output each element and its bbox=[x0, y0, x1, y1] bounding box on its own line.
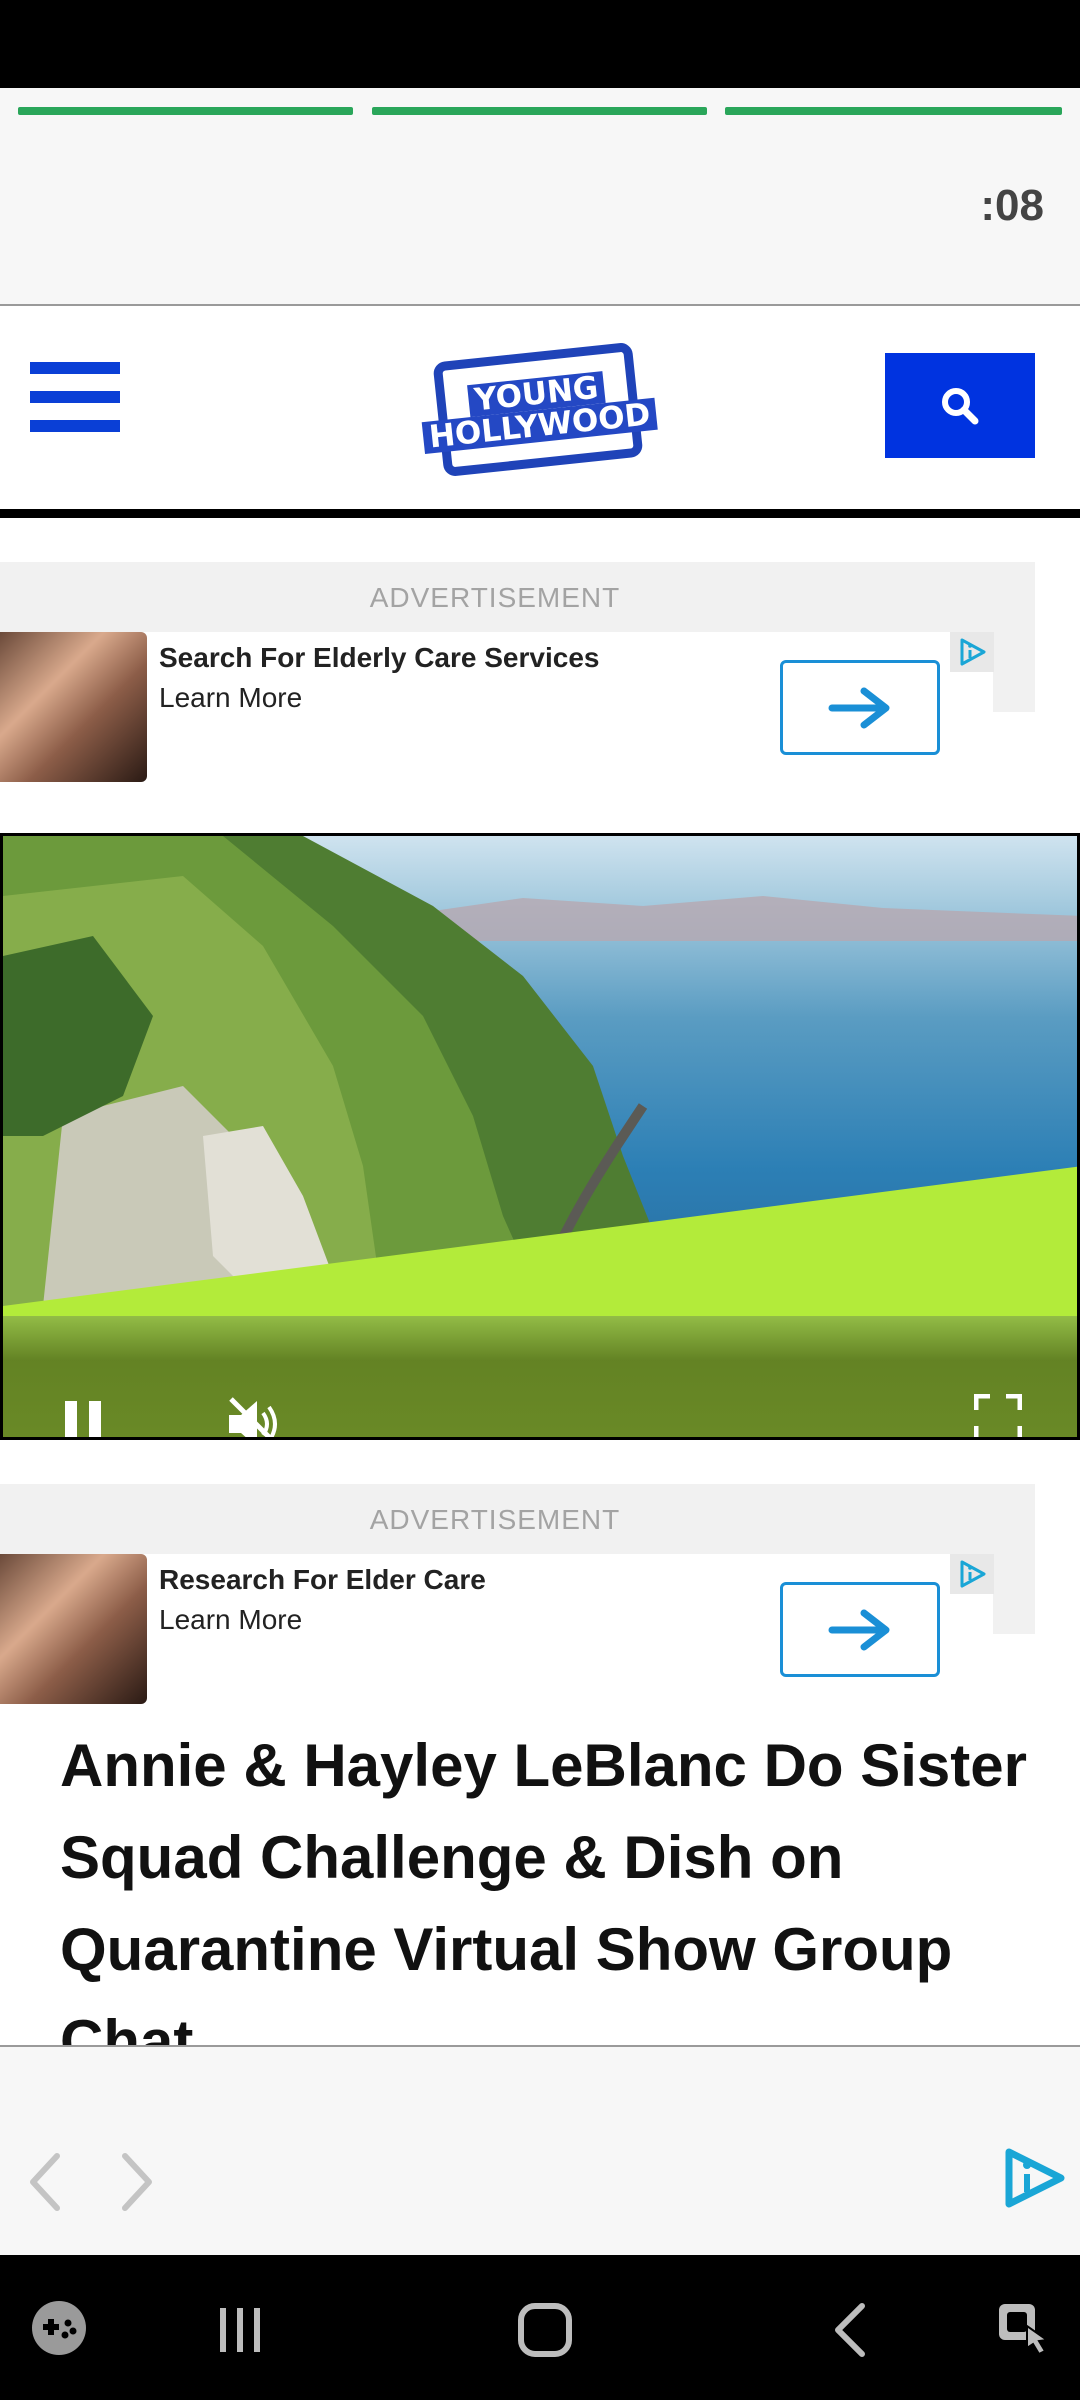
ad-card[interactable]: Search For Elderly Care Services Learn M… bbox=[0, 632, 994, 782]
ad-choices-icon bbox=[960, 638, 986, 666]
ad-cta-button[interactable] bbox=[780, 660, 940, 755]
brand-info-button[interactable] bbox=[998, 2142, 1070, 2214]
ad-cta-button[interactable] bbox=[780, 1582, 940, 1677]
mute-button[interactable] bbox=[218, 1386, 293, 1437]
search-button[interactable] bbox=[885, 353, 1035, 458]
touch-accessibility-icon bbox=[999, 2304, 1050, 2356]
ad-card[interactable]: Research For Elder Care Learn More bbox=[0, 1554, 994, 1704]
forward-button[interactable] bbox=[112, 2147, 162, 2217]
arrow-right-icon bbox=[828, 1609, 890, 1650]
ad-thumbnail[interactable] bbox=[0, 632, 147, 782]
ad-title[interactable]: Search For Elderly Care Services bbox=[159, 642, 599, 674]
pause-icon bbox=[65, 1401, 101, 1437]
system-nav-bar bbox=[0, 2255, 1080, 2400]
ad-subtitle[interactable]: Learn More bbox=[159, 1604, 302, 1636]
article-title[interactable]: Annie & Hayley LeBlanc Do Sister Squad C… bbox=[60, 1720, 1040, 2045]
ad-label: ADVERTISEMENT bbox=[369, 1504, 621, 1535]
ad-choices-button[interactable] bbox=[950, 632, 994, 672]
ad-block-1: ADVERTISEMENT Search For Elderly Care Se… bbox=[0, 562, 1035, 792]
story-progress-header: :08 bbox=[0, 88, 1080, 306]
video-player[interactable] bbox=[0, 833, 1080, 1440]
hamburger-icon[interactable] bbox=[30, 362, 120, 432]
ad-choices-button[interactable] bbox=[950, 1554, 994, 1594]
back-icon bbox=[835, 2303, 865, 2357]
volume-muted-icon bbox=[228, 1396, 277, 1437]
game-tools-button[interactable] bbox=[28, 2297, 90, 2359]
gamepad-icon bbox=[32, 2301, 86, 2355]
fullscreen-icon bbox=[974, 1394, 1022, 1437]
ad-title[interactable]: Research For Elder Care bbox=[159, 1564, 486, 1596]
story-progress-segment-3 bbox=[725, 107, 1062, 115]
logo-badge: YOUNG HOLLYWOOD bbox=[421, 341, 658, 478]
system-back-button[interactable] bbox=[820, 2295, 880, 2365]
story-bottom-bar bbox=[0, 2045, 1080, 2255]
ad-subtitle[interactable]: Learn More bbox=[159, 682, 302, 714]
arrow-right-icon bbox=[828, 687, 890, 728]
video-controls bbox=[3, 1316, 1077, 1437]
site-logo[interactable]: YOUNG HOLLYWOOD bbox=[421, 332, 658, 478]
story-progress-segment-1 bbox=[18, 107, 353, 115]
chevron-left-icon bbox=[30, 2153, 60, 2211]
ad-block-2: ADVERTISEMENT Research For Elder Care Le… bbox=[0, 1484, 1035, 1714]
ad-thumbnail[interactable] bbox=[0, 1554, 147, 1704]
home-icon bbox=[518, 2303, 572, 2357]
pause-button[interactable] bbox=[48, 1388, 118, 1437]
accessibility-button[interactable] bbox=[990, 2293, 1060, 2363]
status-bar bbox=[0, 0, 1080, 88]
home-button[interactable] bbox=[505, 2295, 585, 2365]
ad-label: ADVERTISEMENT bbox=[369, 582, 621, 613]
recent-apps-button[interactable] bbox=[210, 2295, 270, 2365]
story-progress-segment-2 bbox=[372, 107, 707, 115]
ad-choices-icon bbox=[960, 1560, 986, 1588]
site-header: YOUNG HOLLYWOOD bbox=[0, 306, 1080, 518]
story-timer: :08 bbox=[980, 181, 1044, 230]
chevron-right-icon bbox=[122, 2153, 152, 2211]
recent-apps-icon bbox=[220, 2308, 260, 2352]
play-info-icon bbox=[1005, 2148, 1065, 2208]
back-button[interactable] bbox=[20, 2147, 70, 2217]
search-icon bbox=[942, 387, 979, 424]
fullscreen-button[interactable] bbox=[968, 1388, 1028, 1437]
